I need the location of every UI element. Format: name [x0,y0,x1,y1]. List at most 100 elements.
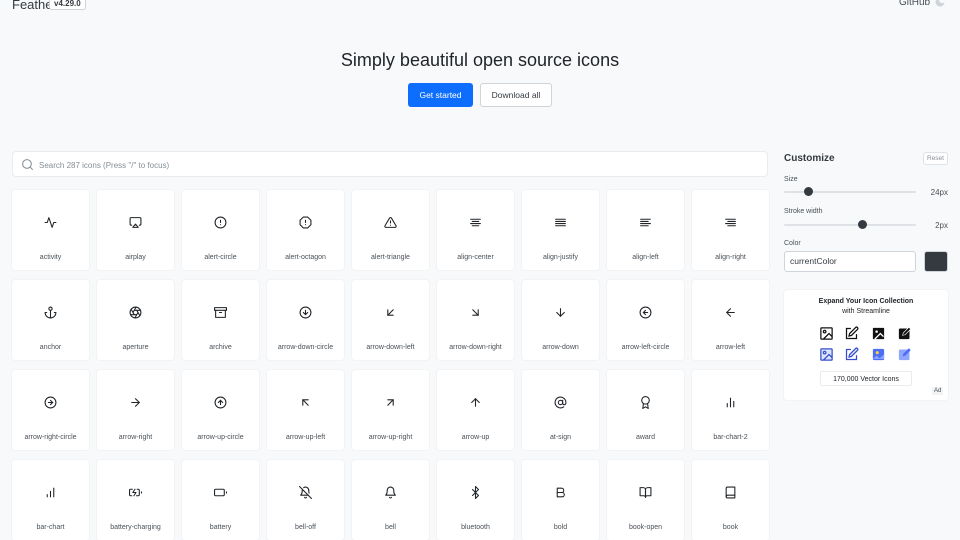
reset-button[interactable]: Reset [923,152,948,165]
image-solid-icon [872,327,885,340]
icon-tile-label: arrow-right-circle [24,434,77,441]
icon-tile-align-right[interactable]: align-right [692,190,769,270]
edit-solid-icon [898,326,912,340]
icon-tile-label: alert-circle [204,254,237,261]
award-icon [641,396,650,409]
icon-tile-book[interactable]: book [692,460,769,540]
icon-tile-label: arrow-down-left [366,344,415,351]
ad-subtitle: with Streamline [842,308,890,315]
battery-charging-icon [129,488,142,497]
icon-tile-arrow-left[interactable]: arrow-left [692,280,769,360]
icon-tile-bar-chart-2[interactable]: bar-chart-2 [692,370,769,450]
ad-title: Expand Your Icon Collection [818,298,914,305]
ad-card[interactable]: Expand Your Icon Collection with Streaml… [784,290,948,400]
align-right-icon [725,218,736,227]
icon-tile-bold[interactable]: bold [522,460,599,540]
icon-tile-arrow-up[interactable]: arrow-up [437,370,514,450]
image-color-icon [872,348,885,361]
icon-tile-arrow-down[interactable]: arrow-down [522,280,599,360]
stroke-slider-thumb[interactable] [857,220,867,229]
search-input[interactable] [37,153,761,177]
icon-tile-label: arrow-left-circle [621,344,670,351]
get-started-button[interactable]: Get started [408,83,473,107]
top-navbar: Feather v4.29.0 GitHub [0,0,960,12]
book-open-icon [639,487,652,498]
icon-tile-arrow-right[interactable]: arrow-right [97,370,174,450]
stroke-width-slider[interactable] [784,220,916,230]
search-icon [22,159,33,170]
icon-tile-airplay[interactable]: airplay [97,190,174,270]
arrow-right-circle-icon [44,396,57,409]
icon-tile-label: arrow-right [118,434,153,441]
icon-tile-align-center[interactable]: align-center [437,190,514,270]
icon-tile-bell[interactable]: bell [352,460,429,540]
icon-tile-label: arrow-down [542,344,579,351]
bell-off-icon [299,486,312,499]
icon-tile-battery[interactable]: battery [182,460,259,540]
bluetooth-icon [471,486,480,499]
icon-tile-arrow-down-right[interactable]: arrow-down-right [437,280,514,360]
icon-tile-arrow-left-circle[interactable]: arrow-left-circle [607,280,684,360]
icon-tile-aperture[interactable]: aperture [97,280,174,360]
icon-tile-arrow-up-left[interactable]: arrow-up-left [267,370,344,450]
icon-tile-battery-charging[interactable]: battery-charging [97,460,174,540]
size-label: Size [784,176,798,183]
icon-tile-alert-circle[interactable]: alert-circle [182,190,259,270]
size-slider[interactable] [784,187,916,197]
icon-tile-label: battery [209,524,232,531]
icon-tile-award[interactable]: award [607,370,684,450]
icon-tile-label: align-right [715,254,746,261]
icon-tile-arrow-down-circle[interactable]: arrow-down-circle [267,280,344,360]
icon-tile-archive[interactable]: archive [182,280,259,360]
color-swatch[interactable] [924,251,948,272]
icon-tile-label: arrow-up-circle [197,434,244,441]
icon-tile-label: activity [39,254,62,261]
icon-tile-label: alert-triangle [371,254,410,261]
stroke-width-label: Stroke width [784,208,823,215]
moon-icon[interactable] [934,0,946,8]
search-box[interactable] [12,151,768,177]
ad-tag: Ad [932,387,944,395]
size-slider-thumb[interactable] [803,187,813,196]
arrow-up-circle-icon [214,396,227,409]
icon-tile-label: bell-off [295,524,316,531]
icon-tile-alert-octagon[interactable]: alert-octagon [267,190,344,270]
icon-tile-label: arrow-down-right [449,344,502,351]
icon-tile-activity[interactable]: activity [12,190,89,270]
download-all-button[interactable]: Download all [480,83,552,107]
icon-tile-label: arrow-up [461,434,490,441]
edit-duotone-icon [845,347,859,361]
edit-pen-icon [845,326,859,340]
icon-tile-bell-off[interactable]: bell-off [267,460,344,540]
icon-tile-at-sign[interactable]: at-sign [522,370,599,450]
version-badge: v4.29.0 [49,0,86,10]
icon-tile-align-justify[interactable]: align-justify [522,190,599,270]
icon-tile-anchor[interactable]: anchor [12,280,89,360]
icon-tile-label: book [722,524,739,531]
github-link[interactable]: GitHub [899,0,930,8]
anchor-icon [44,306,57,319]
icon-tile-align-left[interactable]: align-left [607,190,684,270]
align-center-icon [470,218,481,227]
arrow-down-circle-icon [299,306,312,319]
icon-tile-label: bar-chart [36,524,65,531]
color-input[interactable]: currentColor [784,251,916,272]
arrow-right-icon [131,398,140,407]
icon-tile-arrow-up-right[interactable]: arrow-up-right [352,370,429,450]
icon-tile-arrow-right-circle[interactable]: arrow-right-circle [12,370,89,450]
arrow-up-left-icon [302,399,309,406]
icon-tile-label: arrow-up-right [368,434,413,441]
icon-tile-bluetooth[interactable]: bluetooth [437,460,514,540]
edit-color-icon [898,348,911,361]
icon-tile-book-open[interactable]: book-open [607,460,684,540]
vector-icons-button[interactable]: 170,000 Vector Icons [820,371,912,386]
icon-tile-label: align-justify [542,254,578,261]
icon-tile-arrow-down-left[interactable]: arrow-down-left [352,280,429,360]
icon-tile-arrow-up-circle[interactable]: arrow-up-circle [182,370,259,450]
book-icon [725,486,736,499]
icon-tile-label: at-sign [549,434,571,441]
icon-tile-alert-triangle[interactable]: alert-triangle [352,190,429,270]
at-sign-icon [554,396,567,409]
alert-circle-icon [214,216,227,229]
icon-tile-bar-chart[interactable]: bar-chart [12,460,89,540]
